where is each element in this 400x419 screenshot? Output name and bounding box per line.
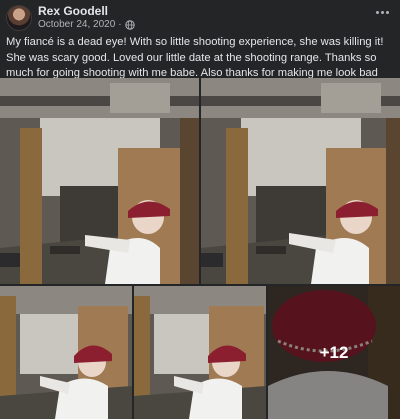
photo-2[interactable] xyxy=(201,78,400,284)
meta-separator: · xyxy=(118,19,122,30)
photo-2-image xyxy=(201,78,400,284)
author-name[interactable]: Rex Goodell xyxy=(38,4,108,18)
avatar[interactable] xyxy=(6,5,32,31)
post-header: Rex Goodell October 24, 2020 · xyxy=(0,0,400,34)
globe-icon[interactable] xyxy=(124,19,135,30)
more-photos-count: +12 xyxy=(319,342,349,362)
more-options-icon[interactable] xyxy=(372,6,392,18)
photo-1[interactable] xyxy=(0,78,199,284)
more-photos-overlay[interactable]: +12 xyxy=(268,286,400,419)
post-date[interactable]: October 24, 2020 xyxy=(38,19,115,30)
photo-5[interactable]: +12 xyxy=(268,286,400,419)
photo-grid: +12 xyxy=(0,78,400,419)
photo-4[interactable] xyxy=(134,286,266,419)
photo-4-image xyxy=(134,286,266,419)
photo-1-image xyxy=(0,78,199,284)
post-meta: October 24, 2020 · xyxy=(38,19,135,30)
photo-3[interactable] xyxy=(0,286,132,419)
photo-3-image xyxy=(0,286,132,419)
